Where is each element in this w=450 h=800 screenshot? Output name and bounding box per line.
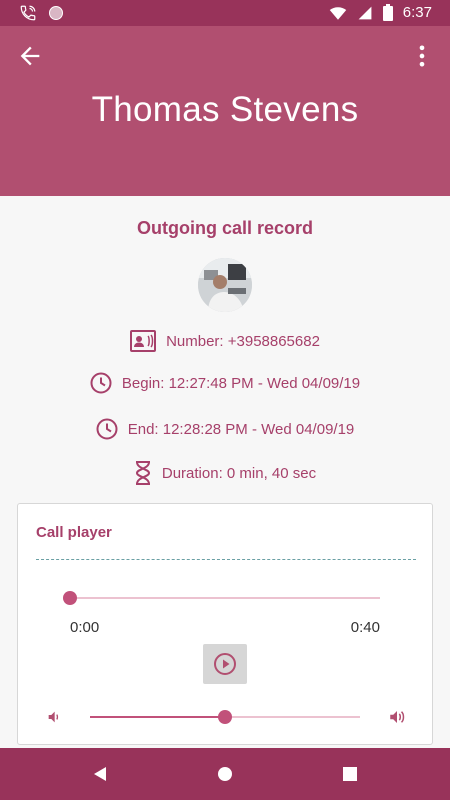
time-start: 0:00 [70, 619, 100, 636]
contact-name-title: Thomas Stevens [91, 90, 359, 129]
home-circle-icon [218, 767, 232, 781]
contact-avatar [198, 258, 252, 312]
battery-icon [382, 4, 393, 21]
end-row: End: 12:28:28 PM - Wed 04/09/19 [0, 418, 450, 440]
volume-up-icon [390, 711, 405, 723]
seek-handle[interactable] [63, 591, 77, 605]
wifi-call-icon [20, 5, 36, 21]
play-button[interactable] [203, 644, 247, 684]
end-text: End: 12:28:28 PM - Wed 04/09/19 [127, 420, 355, 438]
circle-icon [49, 6, 63, 20]
duration-row: Duration: 0 min, 40 sec [0, 461, 450, 485]
arrow-left-icon [20, 46, 40, 66]
number-row: Number: +3958865682 [0, 330, 450, 352]
begin-row: Begin: 12:27:48 PM - Wed 04/09/19 [0, 372, 450, 394]
call-player-card: Call player 0:00 0:40 [17, 503, 433, 745]
duration-text: Duration: 0 min, 40 sec [161, 464, 317, 482]
app-bar: Thomas Stevens [0, 26, 450, 196]
waveform-divider [36, 559, 416, 560]
clock-icon [96, 418, 118, 440]
call-player-title: Call player [36, 524, 112, 541]
volume-level [90, 716, 225, 718]
hourglass-icon [135, 461, 150, 485]
number-text: Number: +3958865682 [166, 332, 320, 350]
nav-home-button[interactable] [215, 764, 235, 784]
more-options-button[interactable] [408, 42, 436, 70]
record-details: Outgoing call record Number: +3958865682… [0, 196, 450, 748]
recents-square-icon [343, 767, 357, 781]
time-end: 0:40 [350, 619, 380, 636]
contact-card-icon [130, 330, 157, 352]
volume-handle[interactable] [218, 710, 232, 724]
record-heading: Outgoing call record [136, 218, 314, 238]
seek-bar[interactable] [70, 597, 380, 599]
status-time: 6:37 [402, 4, 432, 21]
play-circle-icon [214, 653, 236, 675]
volume-down-icon [48, 711, 59, 723]
back-triangle-icon [94, 767, 106, 781]
system-nav-bar [0, 748, 450, 800]
begin-text: Begin: 12:27:48 PM - Wed 04/09/19 [121, 374, 361, 392]
status-bar: 6:37 [0, 0, 450, 26]
more-vert-icon [419, 45, 425, 67]
nav-recents-button[interactable] [340, 764, 360, 784]
nav-back-button[interactable] [90, 764, 110, 784]
clock-icon [90, 372, 112, 394]
volume-low-button[interactable] [46, 709, 62, 730]
volume-high-button[interactable] [388, 708, 406, 731]
wifi-icon [329, 6, 347, 20]
signal-icon [358, 6, 372, 19]
back-button[interactable] [16, 42, 44, 70]
